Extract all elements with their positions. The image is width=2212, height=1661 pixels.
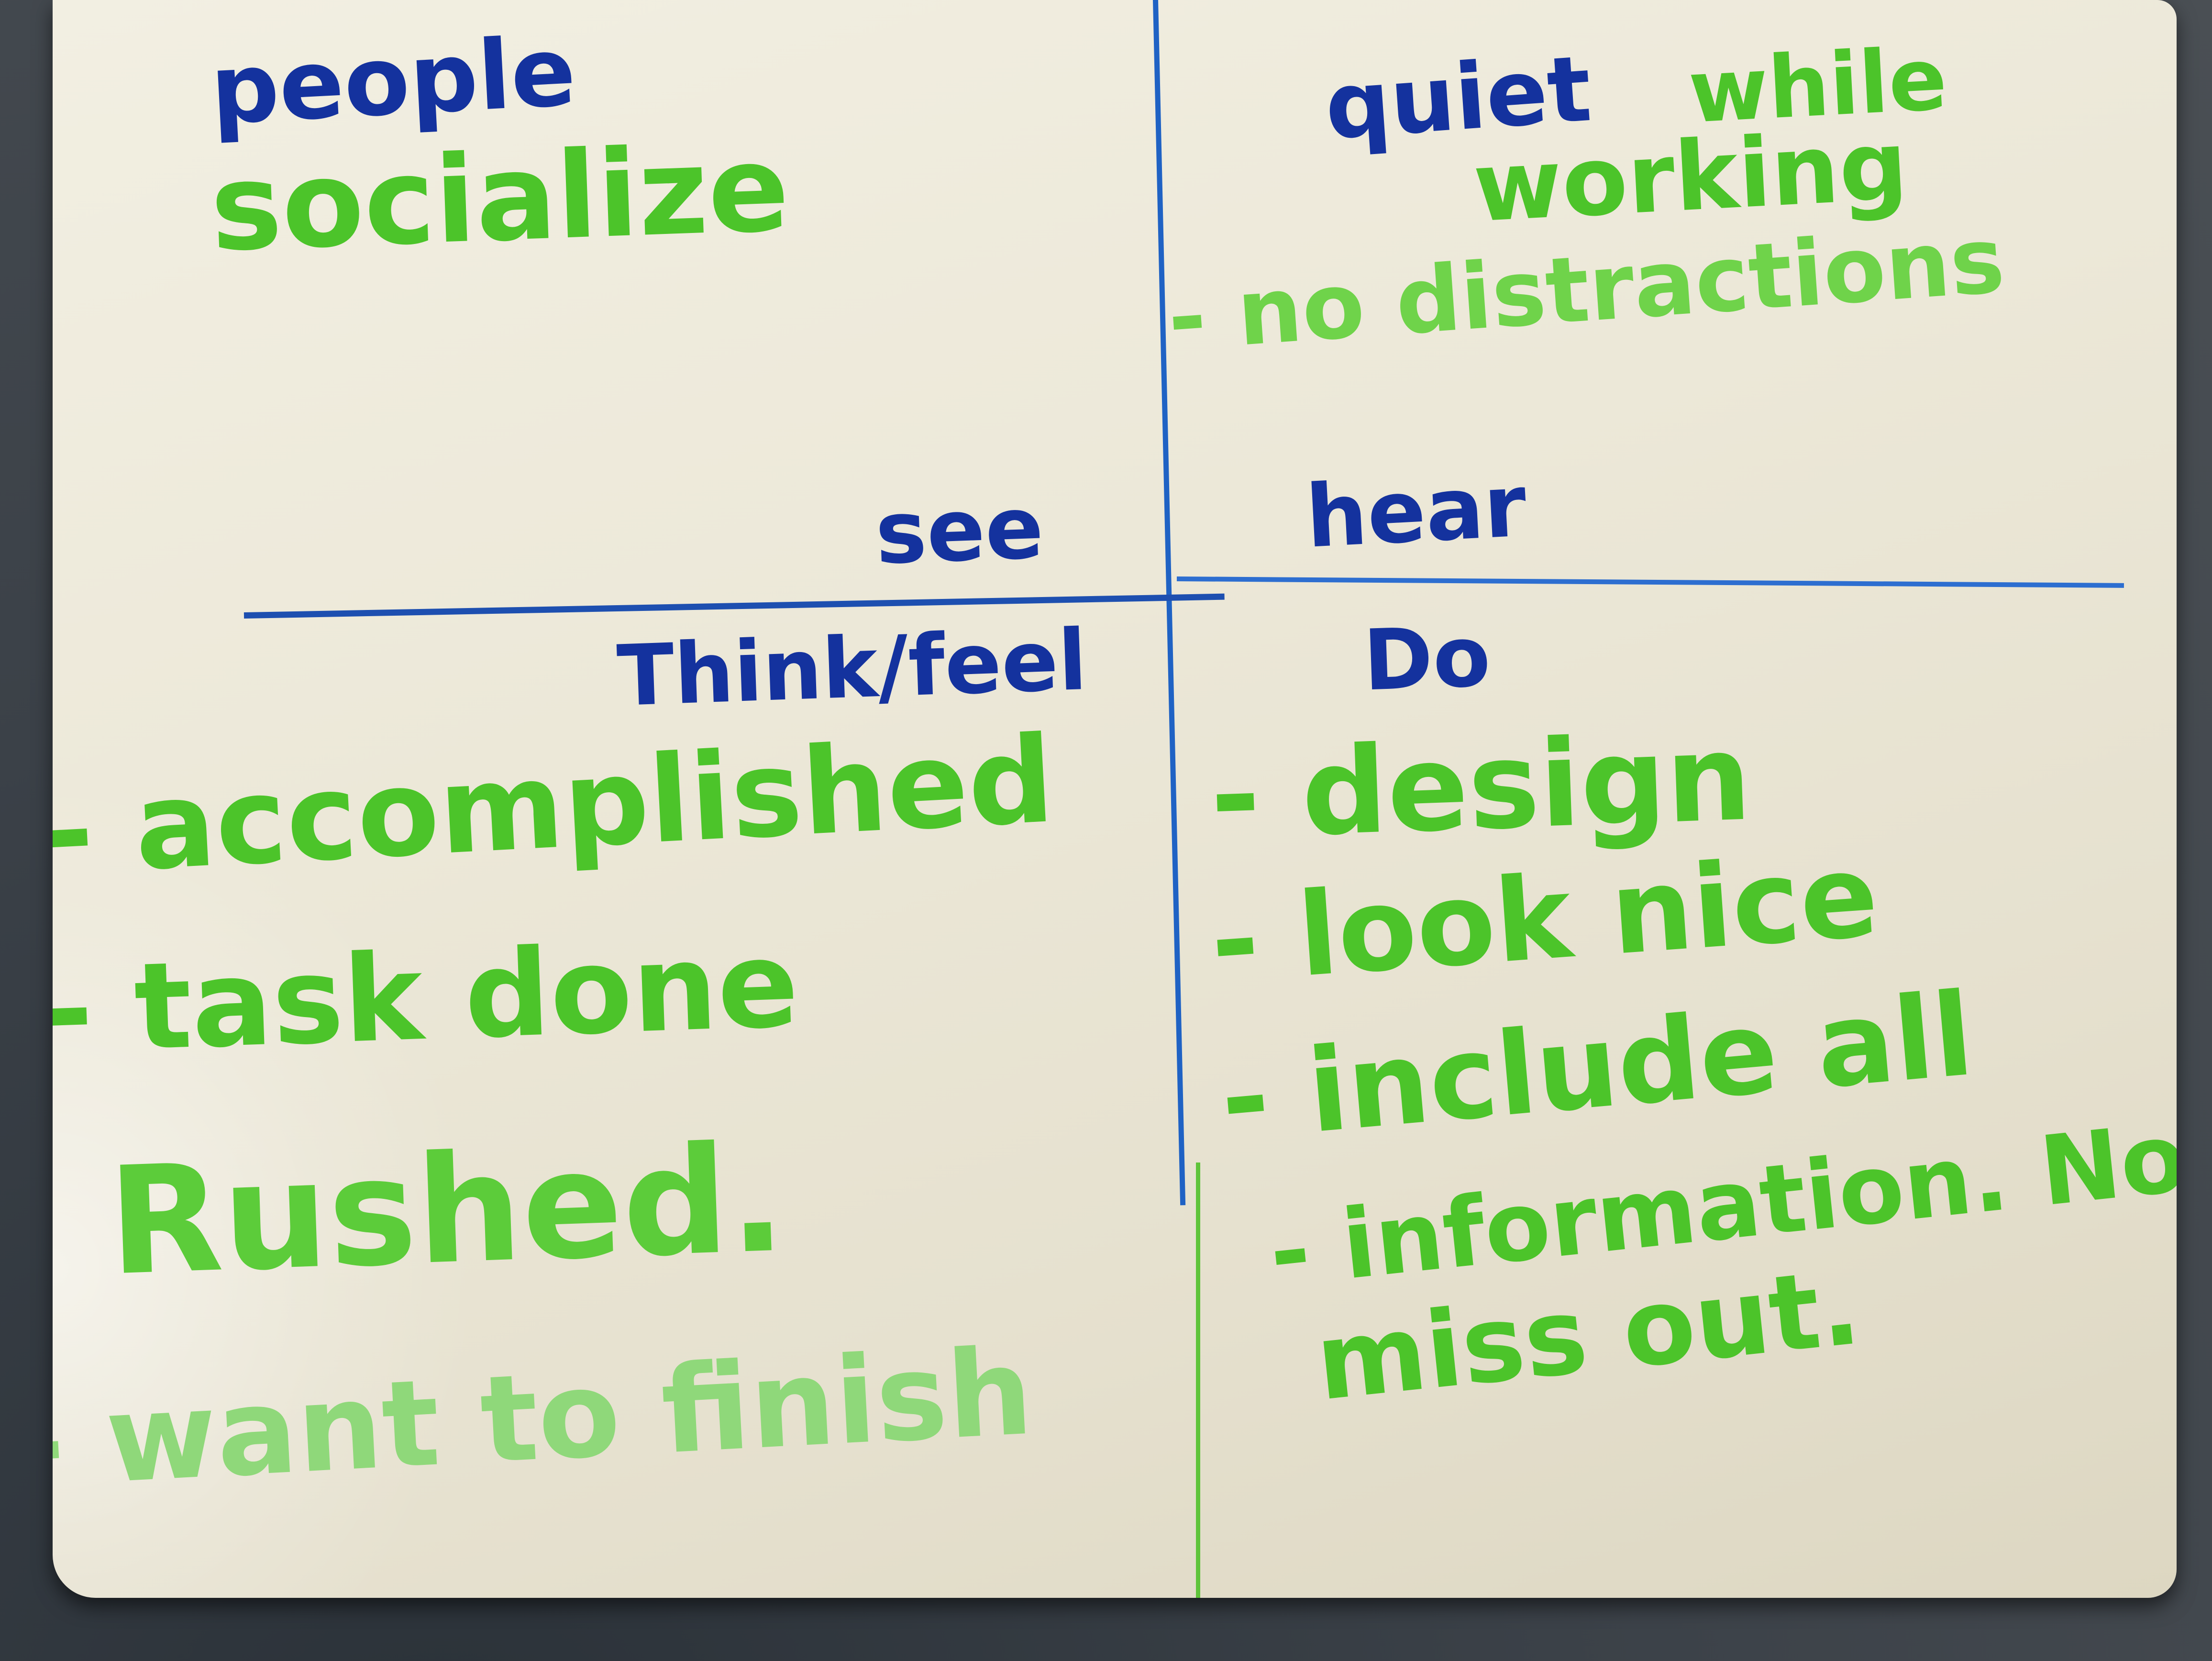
label-think-feel: Think/feel: [615, 611, 1089, 726]
text-want-to-finish: - want to finish: [53, 1322, 1036, 1515]
text-include-all: - include all: [1215, 967, 1979, 1167]
text-accomplished: - accomplished: [53, 709, 1057, 902]
label-see: see: [874, 477, 1045, 584]
vertical-divider-blue: [1153, 0, 1186, 1206]
text-design: - design: [1208, 708, 1754, 866]
text-task-done: - task done: [53, 914, 801, 1080]
horizontal-divider-right: [1176, 576, 2124, 588]
label-people: people: [208, 16, 579, 146]
label-hear: hear: [1303, 456, 1529, 567]
text-socialize: socialize: [208, 118, 792, 278]
whiteboard: people socialize quiet while working - n…: [53, 0, 2177, 1598]
text-rushed: - Rushed.: [53, 1112, 788, 1313]
vertical-divider-green: [1196, 1163, 1200, 1598]
label-do: Do: [1361, 608, 1492, 710]
text-no-distractions: - no distractions: [1164, 207, 2008, 371]
